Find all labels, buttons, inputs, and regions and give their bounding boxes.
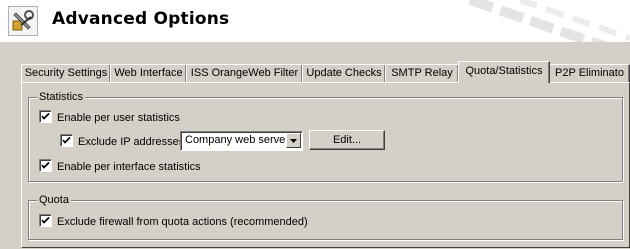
tab-strip: Security Settings Web Interface ISS Oran… [21,61,630,83]
chevron-down-icon [290,139,297,143]
enable-per-user-checkbox[interactable]: Enable per user statistics [39,110,180,124]
ip-group-select-value: Company web servers [185,134,295,146]
checkbox-checked-icon[interactable] [60,134,73,147]
tab-quota-statistics[interactable]: Quota/Statistics [458,61,550,83]
checkbox-checked-icon[interactable] [39,110,52,123]
exclude-firewall-label: Exclude firewall from quota actions (rec… [57,216,308,228]
tab-update-checks[interactable]: Update Checks [302,64,386,82]
tools-icon [8,6,38,36]
quota-group: Quota Exclude firewall from quota action… [28,193,623,240]
tab-security-settings[interactable]: Security Settings [21,64,111,82]
enable-per-interface-checkbox[interactable]: Enable per interface statistics [39,159,201,173]
tab-iss-orangeweb-filter[interactable]: ISS OrangeWeb Filter [186,64,303,82]
tab-p2p-eliminator[interactable]: P2P Eliminato [549,64,630,82]
enable-per-interface-label: Enable per interface statistics [57,161,201,173]
exclude-ip-label: Exclude IP addresses [78,136,185,148]
dropdown-arrow-button[interactable] [286,133,301,148]
statistics-group: Statistics Enable per user statistics Ex… [28,90,623,182]
ip-group-select[interactable]: Company web servers [180,131,303,151]
tab-web-interface[interactable]: Web Interface [110,64,187,82]
statistics-group-label: Statistics [37,90,86,104]
checkbox-checked-icon[interactable] [39,214,52,227]
quota-group-label: Quota [37,193,71,207]
edit-button[interactable]: Edit... [309,130,385,150]
tab-page-quota-statistics: Statistics Enable per user statistics Ex… [21,82,630,248]
page-title: Advanced Options [52,9,230,29]
enable-per-user-label: Enable per user statistics [57,112,180,124]
exclude-firewall-checkbox[interactable]: Exclude firewall from quota actions (rec… [39,214,308,228]
checkbox-checked-icon[interactable] [39,159,52,172]
tab-smtp-relay[interactable]: SMTP Relay [385,64,459,82]
exclude-ip-checkbox[interactable]: Exclude IP addresses [60,134,184,148]
header: Advanced Options [0,0,630,60]
options-panel: Security Settings Web Interface ISS Oran… [0,42,630,249]
